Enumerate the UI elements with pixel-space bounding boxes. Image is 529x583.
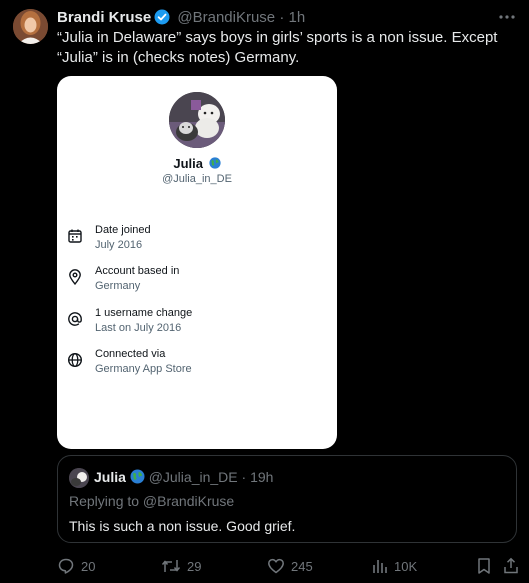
attached-profile-card-image[interactable]: Julia @Julia_in_DE Date joined July 2016… [57,76,337,449]
globe-emoji-icon [209,157,221,169]
share-icon [503,557,519,575]
card-handle: @Julia_in_DE [162,173,232,185]
author-handle[interactable]: @BrandiKruse [177,9,275,26]
globe-icon [67,352,87,372]
location-pin-icon [67,269,87,289]
like-count: 245 [291,558,313,574]
card-display-name: Julia [57,156,337,171]
globe-emoji-icon [130,469,145,484]
repost-button[interactable]: 29 [161,556,201,576]
like-button[interactable]: 245 [267,556,313,576]
tweet-time[interactable]: 1h [289,9,306,26]
quoted-author-avatar [69,468,89,488]
author-avatar[interactable] [13,9,48,44]
replying-to: Replying to @BrandiKruse [69,493,235,509]
reply-icon [57,557,75,575]
bookmark-icon [476,557,492,575]
calendar-icon [67,228,87,248]
quoted-text: This is such a non issue. Good grief. [69,518,296,534]
quoted-author-name: Julia [94,469,126,485]
share-button[interactable] [503,556,519,576]
quoted-author-handle: @Julia_in_DE [148,469,238,485]
repost-count: 29 [187,558,202,574]
heart-icon [267,557,285,575]
quoted-header: Julia @Julia_in_DE · 19h [94,469,273,485]
author-name[interactable]: Brandi Kruse [57,9,151,26]
views-count: 10K [394,558,418,574]
tweet-text: “Julia in Delaware” says boys in girls’ … [57,29,498,66]
bookmark-button[interactable] [476,556,492,576]
meta-separator: · [279,9,285,26]
at-sign-icon [67,311,87,331]
quoted-separator: · [241,469,247,485]
quoted-tweet[interactable]: Julia @Julia_in_DE · 19h Replying to @Br… [57,455,517,543]
profile-picture [169,92,225,148]
views-button[interactable]: 10K [372,556,417,576]
reply-button[interactable]: 20 [57,556,95,576]
views-chart-icon [372,557,388,575]
action-bar: 20 29 245 10K [57,556,519,576]
reply-count: 20 [81,558,96,574]
repost-icon [161,557,181,575]
quoted-time: 19h [250,469,274,485]
